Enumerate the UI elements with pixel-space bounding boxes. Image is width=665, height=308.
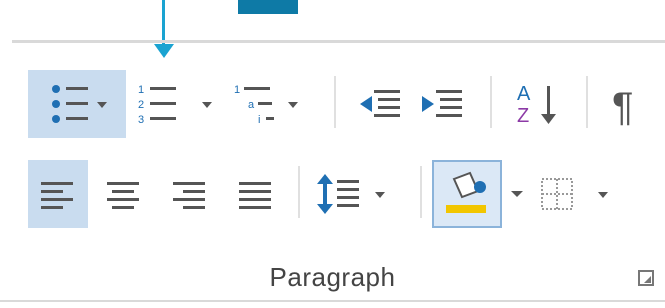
align-center-icon bbox=[107, 182, 139, 209]
decrease-indent-icon bbox=[360, 90, 400, 117]
show-hide-marks-button[interactable]: ¶ bbox=[596, 70, 656, 138]
svg-text:Z: Z bbox=[517, 105, 529, 127]
shading-dropdown-button[interactable] bbox=[504, 160, 530, 228]
svg-text:A: A bbox=[517, 83, 531, 105]
numbering-button[interactable]: 1 2 3 bbox=[130, 70, 220, 138]
svg-text:1: 1 bbox=[138, 84, 144, 96]
bullets-icon bbox=[52, 85, 107, 123]
align-center-button[interactable] bbox=[94, 160, 154, 228]
sort-button[interactable]: A Z bbox=[506, 70, 576, 138]
line-spacing-button[interactable] bbox=[308, 160, 404, 228]
callout-arrow-head bbox=[154, 44, 174, 58]
separator bbox=[298, 166, 300, 218]
separator bbox=[334, 76, 336, 128]
multilevel-list-button[interactable]: 1 a i bbox=[226, 70, 318, 138]
separator bbox=[490, 76, 492, 128]
paragraph-mark-icon: ¶ bbox=[612, 85, 633, 128]
line-spacing-icon bbox=[317, 174, 385, 214]
increase-indent-button[interactable] bbox=[412, 70, 472, 138]
group-bottom-border bbox=[0, 300, 665, 302]
svg-text:i: i bbox=[258, 114, 260, 126]
shading-button[interactable] bbox=[432, 160, 502, 228]
svg-text:¶: ¶ bbox=[612, 85, 633, 128]
group-top-border bbox=[12, 40, 665, 43]
align-right-button[interactable] bbox=[160, 160, 220, 228]
multilevel-list-icon: 1 a i bbox=[234, 84, 298, 126]
decrease-indent-button[interactable] bbox=[350, 70, 410, 138]
justify-icon bbox=[239, 182, 271, 209]
chevron-down-icon bbox=[511, 191, 523, 197]
separator bbox=[420, 166, 422, 218]
justify-button[interactable] bbox=[226, 160, 286, 228]
svg-text:2: 2 bbox=[138, 99, 144, 111]
separator bbox=[586, 76, 588, 128]
group-label: Paragraph bbox=[269, 262, 396, 292]
shading-icon bbox=[446, 171, 486, 213]
dialog-launcher-button[interactable] bbox=[638, 270, 654, 286]
paragraph-ribbon-group: 1 2 3 1 a i A Z ¶ Paragraph bbox=[0, 0, 665, 308]
svg-text:3: 3 bbox=[138, 114, 144, 126]
dialog-launcher-icon bbox=[638, 270, 654, 286]
align-right-icon bbox=[173, 182, 205, 209]
borders-icon bbox=[541, 178, 608, 210]
bullets-button[interactable] bbox=[28, 70, 126, 138]
svg-text:1: 1 bbox=[234, 84, 240, 96]
sort-icon: A Z bbox=[517, 83, 556, 127]
align-left-icon bbox=[41, 182, 73, 209]
cropped-text-fragment bbox=[238, 0, 298, 14]
increase-indent-icon bbox=[422, 90, 462, 117]
borders-button[interactable] bbox=[534, 160, 624, 228]
svg-text:a: a bbox=[248, 99, 255, 111]
numbering-icon: 1 2 3 bbox=[138, 84, 212, 126]
align-left-button[interactable] bbox=[28, 160, 88, 228]
